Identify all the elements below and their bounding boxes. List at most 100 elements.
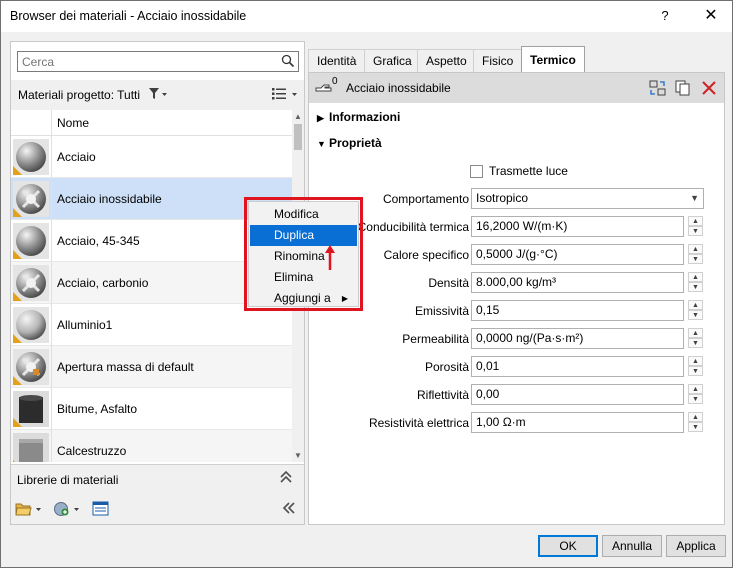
library-toolbar <box>11 494 304 524</box>
project-material-tag-icon <box>13 250 22 259</box>
spin-down-icon[interactable]: ▼ <box>688 254 703 264</box>
expanded-triangle-icon: ▼ <box>317 139 326 149</box>
spin-up-icon[interactable]: ▲ <box>688 300 703 310</box>
spin-up-icon[interactable]: ▲ <box>688 272 703 282</box>
property-spinner[interactable]: ▲ ▼ <box>688 384 703 405</box>
transmits-light-checkbox[interactable] <box>470 165 483 178</box>
material-name: Acciaio <box>57 150 96 164</box>
tab-fisico[interactable]: Fisico <box>473 49 523 72</box>
search-box[interactable] <box>17 51 299 72</box>
property-input[interactable]: 0,0000 ng/(Pa·s·m²) <box>471 328 684 349</box>
close-button[interactable]: ✕ <box>696 4 726 28</box>
material-editor-icon[interactable] <box>92 501 110 520</box>
apply-button[interactable]: Applica <box>666 535 726 557</box>
spin-down-icon[interactable]: ▼ <box>688 366 703 376</box>
material-thumbnail-icon <box>13 433 49 462</box>
property-spinner[interactable]: ▲ ▼ <box>688 412 703 433</box>
transmits-light-label: Trasmette luce <box>489 164 568 178</box>
open-library-icon[interactable] <box>15 501 43 520</box>
tab-aspetto[interactable]: Aspetto <box>417 49 476 72</box>
property-spinner[interactable]: ▲ ▼ <box>688 272 703 293</box>
spin-down-icon[interactable]: ▼ <box>688 226 703 236</box>
property-spinner[interactable]: ▲ ▼ <box>688 328 703 349</box>
material-row[interactable]: Bitume, Asfalto <box>11 388 292 430</box>
material-thumbnail-icon <box>13 307 49 343</box>
search-icon[interactable] <box>281 54 295 71</box>
libraries-header: Librerie di materiali <box>11 464 304 494</box>
spin-down-icon[interactable]: ▼ <box>688 422 703 432</box>
expand-up-icon[interactable] <box>279 470 293 488</box>
property-input[interactable]: 0,5000 J/(g·°C) <box>471 244 684 265</box>
material-row[interactable]: Apertura massa di default <box>11 346 292 388</box>
asset-users-count: 0 <box>332 76 338 87</box>
property-label: Porosità <box>424 360 469 374</box>
spin-up-icon[interactable]: ▲ <box>688 412 703 422</box>
property-label: Riflettività <box>416 388 469 402</box>
material-row[interactable]: Calcestruzzo <box>11 430 292 462</box>
search-input[interactable] <box>18 52 273 71</box>
menu-item-rinomina[interactable]: Rinomina <box>249 246 358 267</box>
property-spinner[interactable]: ▲ ▼ <box>688 216 703 237</box>
spin-down-icon[interactable]: ▼ <box>688 338 703 348</box>
property-input[interactable]: 0,00 <box>471 384 684 405</box>
material-name: Bitume, Asfalto <box>57 402 138 416</box>
spin-up-icon[interactable]: ▲ <box>688 356 703 366</box>
duplicate-asset-icon[interactable] <box>675 80 691 99</box>
column-name-header[interactable]: Nome <box>57 116 89 130</box>
material-thumbnail-icon <box>13 391 49 427</box>
material-thumbnail-icon <box>13 139 49 175</box>
project-material-tag-icon <box>13 418 22 427</box>
tab-termico[interactable]: Termico <box>521 46 585 73</box>
annotation-arrow-icon <box>323 244 337 275</box>
property-input[interactable]: 16,2000 W/(m·K) <box>471 216 684 237</box>
material-row[interactable]: Acciaio <box>11 136 292 178</box>
property-input[interactable]: 8.000,00 kg/m³ <box>471 272 684 293</box>
scrollbar-thumb[interactable] <box>294 124 302 150</box>
help-button[interactable]: ? <box>651 4 679 28</box>
section-proprieta[interactable]: ▼ Proprietà <box>317 136 382 150</box>
menu-item-duplica[interactable]: Duplica <box>250 225 357 246</box>
project-material-tag-icon <box>13 166 22 175</box>
behavior-dropdown[interactable]: Isotropico ▼ <box>471 188 704 209</box>
cancel-button[interactable]: Annulla <box>602 535 662 557</box>
title-bar: Browser dei materiali - Acciaio inossida… <box>1 1 732 32</box>
property-spinner[interactable]: ▲ ▼ <box>688 300 703 321</box>
section-informazioni[interactable]: ▶ Informazioni <box>317 110 400 124</box>
thermal-properties-panel: 0 Acciaio inossidabile ▶ Informazioni ▼ Pr… <box>308 72 725 525</box>
context-menu: Modifica Duplica Rinomina Elimina Aggiun… <box>248 201 359 307</box>
delete-asset-icon[interactable] <box>701 80 717 99</box>
tab-grafica[interactable]: Grafica <box>364 49 421 72</box>
property-spinner[interactable]: ▲ ▼ <box>688 244 703 265</box>
spin-up-icon[interactable]: ▲ <box>688 328 703 338</box>
filter-icon[interactable] <box>148 87 168 104</box>
project-material-tag-icon <box>13 460 22 462</box>
spin-up-icon[interactable]: ▲ <box>688 216 703 226</box>
spin-up-icon[interactable]: ▲ <box>688 384 703 394</box>
spin-down-icon[interactable]: ▼ <box>688 394 703 404</box>
view-options-icon[interactable] <box>271 87 299 104</box>
project-material-tag-icon <box>13 334 22 343</box>
menu-item-modifica[interactable]: Modifica <box>249 204 358 225</box>
property-input[interactable]: 0,01 <box>471 356 684 377</box>
collapsed-triangle-icon: ▶ <box>317 113 324 123</box>
property-input[interactable]: 1,00 Ω·m <box>471 412 684 433</box>
spin-up-icon[interactable]: ▲ <box>688 244 703 254</box>
create-material-icon[interactable] <box>53 501 83 520</box>
property-input[interactable]: 0,15 <box>471 300 684 321</box>
menu-item-aggiungi-a[interactable]: Aggiungi a ▶ <box>249 288 358 309</box>
replace-asset-icon[interactable] <box>649 80 667 99</box>
spin-down-icon[interactable]: ▼ <box>688 282 703 292</box>
menu-item-elimina[interactable]: Elimina <box>249 267 358 288</box>
scroll-down-icon[interactable]: ▼ <box>294 451 302 460</box>
scroll-up-icon[interactable]: ▲ <box>294 112 302 121</box>
spin-down-icon[interactable]: ▼ <box>688 310 703 320</box>
material-thumbnail-icon <box>13 265 49 301</box>
material-name: Alluminio1 <box>57 318 113 332</box>
property-label: Permeabilità <box>402 332 469 346</box>
tab-identita[interactable]: Identità <box>308 49 366 72</box>
ok-button[interactable]: OK <box>538 535 598 557</box>
material-name: Apertura massa di default <box>57 360 194 374</box>
property-spinner[interactable]: ▲ ▼ <box>688 356 703 377</box>
list-column-header: Nome <box>11 110 292 136</box>
collapse-panel-icon[interactable] <box>281 501 297 518</box>
